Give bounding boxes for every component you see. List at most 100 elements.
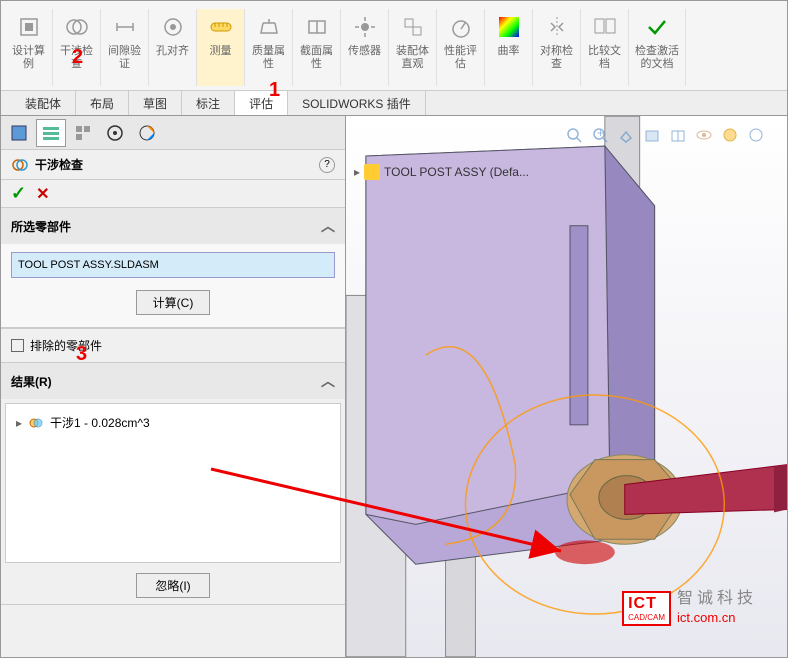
breadcrumb: ▸ TOOL POST ASSY (Defa...	[354, 164, 529, 180]
excluded-checkbox[interactable]	[11, 339, 24, 352]
scene-icon[interactable]	[719, 124, 741, 146]
watermark-text: 智诚科技 ict.com.cn	[677, 589, 757, 627]
chevron-up-icon: ︿	[321, 371, 335, 391]
tool-label: 比较文档	[588, 45, 621, 71]
results-list: ▸ 干涉1 - 0.028cm^3	[5, 403, 341, 563]
tool-label: 曲率	[498, 45, 520, 58]
main-area: 干涉检查 ? ✓ ✕ 所选零部件 ︿ 计算(C) 排除的零部件	[1, 116, 787, 657]
excluded-label: 排除的零部件	[30, 337, 102, 354]
panel-tab-feature[interactable]	[4, 119, 34, 147]
tool-performance[interactable]: 性能评估	[437, 9, 485, 86]
performance-icon	[445, 11, 477, 43]
interference-panel-icon	[11, 156, 29, 174]
tab-annotate[interactable]: 标注	[182, 91, 235, 115]
tool-clearance[interactable]: 间隙验证	[101, 9, 149, 86]
symmetry-icon	[541, 11, 573, 43]
tool-label: 孔对齐	[156, 45, 189, 58]
annotation-1: 1	[269, 79, 280, 102]
tool-mass[interactable]: 质量属性	[245, 9, 293, 86]
tool-curvature[interactable]: 曲率	[485, 9, 533, 86]
tool-section[interactable]: 截面属性	[293, 9, 341, 86]
tool-label: 测量	[210, 45, 232, 58]
interference-result-icon	[28, 415, 44, 431]
tool-sensor[interactable]: 传感器	[341, 9, 389, 86]
section-title: 结果(R)	[11, 373, 52, 390]
ribbon-tabs: 装配体 布局 草图 标注 评估 SOLIDWORKS 插件	[1, 91, 787, 116]
panel-title: 干涉检查	[35, 156, 313, 173]
tool-symmetry[interactable]: 对称检查	[533, 9, 581, 86]
tool-label: 检查激活的文档	[635, 45, 679, 71]
tool-label: 质量属性	[252, 45, 285, 71]
annotation-2: 2	[72, 46, 83, 69]
tool-measure[interactable]: 测量	[197, 9, 245, 86]
measure-icon	[205, 11, 237, 43]
panel-tab-icons	[1, 116, 345, 150]
results-header[interactable]: 结果(R) ︿	[1, 363, 345, 399]
breadcrumb-text[interactable]: TOOL POST ASSY (Defa...	[384, 165, 529, 179]
interference-icon	[61, 11, 93, 43]
svg-text:+: +	[597, 126, 604, 140]
mass-icon	[253, 11, 285, 43]
sensor-icon	[349, 11, 381, 43]
chevron-up-icon: ︿	[321, 216, 335, 236]
tab-plugins[interactable]: SOLIDWORKS 插件	[288, 91, 426, 115]
property-panel: 干涉检查 ? ✓ ✕ 所选零部件 ︿ 计算(C) 排除的零部件	[1, 116, 346, 657]
breadcrumb-arrow-icon[interactable]: ▸	[354, 165, 360, 179]
tab-assembly[interactable]: 装配体	[11, 91, 76, 115]
panel-tab-appearance[interactable]	[132, 119, 162, 147]
tool-hole[interactable]: 孔对齐	[149, 9, 197, 86]
calculate-button[interactable]: 计算(C)	[136, 290, 211, 315]
panel-tab-target[interactable]	[100, 119, 130, 147]
zoom-area-icon[interactable]: +	[589, 124, 611, 146]
tool-compare[interactable]: 比较文档	[581, 9, 629, 86]
tool-label: 截面属性	[300, 45, 333, 71]
tool-assembly[interactable]: 装配体直观	[389, 9, 437, 86]
tool-label: 设计算例	[12, 45, 45, 71]
assembly-icon	[397, 11, 429, 43]
view-orient-icon[interactable]	[615, 124, 637, 146]
section-title: 所选零部件	[11, 218, 71, 235]
3d-viewport[interactable]: + ▸ TOOL POST ASSY (Defa...	[346, 116, 787, 657]
result-item[interactable]: ▸ 干涉1 - 0.028cm^3	[14, 412, 332, 433]
main-toolbar: 设计算例 干涉检查 间隙验证 孔对齐 测量 质量属性 截面属性 传感器 装配体直…	[1, 1, 787, 91]
3d-model	[346, 116, 787, 657]
selected-header[interactable]: 所选零部件 ︿	[1, 208, 345, 244]
expand-arrow-icon[interactable]: ▸	[16, 416, 22, 430]
tool-label: 装配体直观	[396, 45, 429, 71]
hide-show-icon[interactable]	[693, 124, 715, 146]
cancel-button[interactable]: ✕	[36, 184, 49, 204]
selected-section: 所选零部件 ︿ 计算(C)	[1, 208, 345, 328]
section-view-icon[interactable]	[667, 124, 689, 146]
appearance-icon[interactable]	[745, 124, 767, 146]
compare-icon	[589, 11, 621, 43]
tool-label: 对称检查	[540, 45, 573, 71]
tool-label: 间隙验证	[108, 45, 141, 71]
help-icon[interactable]: ?	[319, 157, 335, 173]
clearance-icon	[109, 11, 141, 43]
tab-evaluate[interactable]: 评估	[235, 91, 288, 115]
check-icon	[641, 11, 673, 43]
panel-tab-property[interactable]	[36, 119, 66, 147]
tool-label: 性能评估	[444, 45, 477, 71]
result-label: 干涉1 - 0.028cm^3	[50, 414, 150, 431]
action-buttons: ✓ ✕	[1, 180, 345, 208]
curvature-icon	[493, 11, 525, 43]
tool-label: 传感器	[348, 45, 381, 58]
panel-header: 干涉检查 ?	[1, 150, 345, 180]
ignore-button[interactable]: 忽略(I)	[136, 573, 209, 598]
panel-tab-config[interactable]	[68, 119, 98, 147]
tool-check[interactable]: 检查激活的文档	[629, 9, 686, 86]
annotation-3: 3	[76, 343, 87, 366]
tool-design[interactable]: 设计算例	[5, 9, 53, 86]
excluded-section[interactable]: 排除的零部件	[1, 328, 345, 363]
view-toolbar: +	[563, 124, 767, 146]
display-style-icon[interactable]	[641, 124, 663, 146]
tab-sketch[interactable]: 草图	[129, 91, 182, 115]
ok-button[interactable]: ✓	[11, 183, 26, 204]
zoom-fit-icon[interactable]	[563, 124, 585, 146]
tab-layout[interactable]: 布局	[76, 91, 129, 115]
hole-icon	[157, 11, 189, 43]
selected-component-input[interactable]	[11, 252, 335, 278]
assembly-icon	[364, 164, 380, 180]
watermark: ICT CAD/CAM 智诚科技 ict.com.cn	[622, 589, 757, 627]
